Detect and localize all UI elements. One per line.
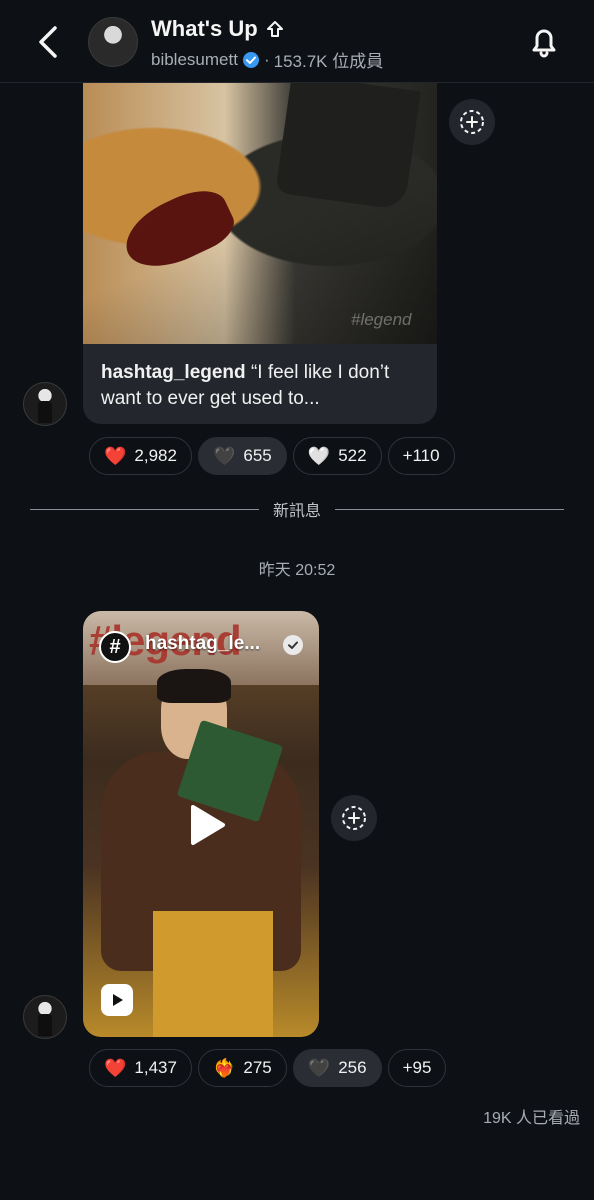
back-button[interactable]	[30, 22, 66, 62]
play-icon[interactable]	[183, 803, 227, 847]
post-image-shoe	[115, 179, 241, 281]
heart-icon: ❤️	[104, 1058, 127, 1078]
post-image-bag	[275, 82, 421, 211]
reaction-more-count: +110	[402, 446, 440, 465]
reaction-more[interactable]: +95	[387, 1049, 447, 1087]
sender-avatar[interactable]	[23, 382, 67, 426]
reaction-bar: ❤️ 1,437 ❤️‍🔥 275 🖤 256 +95	[89, 1049, 447, 1087]
heart-icon: ❤️	[104, 446, 127, 466]
reaction-heart[interactable]: ❤️ 2,982	[89, 437, 192, 475]
reaction-count: 256	[338, 1058, 367, 1077]
channel-title-text: What's Up	[151, 16, 258, 41]
divider-line	[335, 508, 565, 510]
reel-account-avatar: #	[99, 631, 131, 663]
verified-badge-icon	[283, 635, 303, 655]
channel-header: What's Up biblesumett · 153.7K 位成員	[0, 0, 594, 83]
reaction-count: 655	[243, 446, 272, 465]
reel-figure-pants	[153, 911, 273, 1037]
divider-label: 新訊息	[273, 503, 322, 520]
reaction-black-heart[interactable]: 🖤 256	[292, 1049, 382, 1087]
bell-icon	[532, 29, 556, 58]
seen-count: 19K 人已看過	[483, 1110, 580, 1127]
verified-badge-icon	[242, 51, 260, 69]
reaction-bar: ❤️ 2,982 🖤 655 🤍 522 +110	[89, 437, 455, 475]
reaction-black-heart[interactable]: 🖤 655	[197, 437, 287, 475]
reel-username: hashtag_le...	[145, 633, 261, 654]
heart-on-fire-icon: ❤️‍🔥	[212, 1058, 236, 1078]
divider-line	[30, 508, 259, 510]
white-heart-icon: 🤍	[307, 446, 331, 466]
channel-username: biblesumett	[151, 49, 238, 69]
reaction-count: 275	[243, 1058, 272, 1077]
channel-subtitle: biblesumett · 153.7K 位成員	[151, 47, 383, 72]
share-reel-button[interactable]	[331, 795, 377, 841]
post-watermark: #legend	[351, 310, 412, 329]
reaction-count: 1,437	[134, 1058, 177, 1077]
reaction-count: 522	[338, 446, 367, 465]
black-heart-icon: 🖤	[307, 1058, 331, 1078]
chevron-left-icon	[39, 26, 57, 58]
channel-avatar[interactable]	[88, 17, 138, 67]
reaction-heart[interactable]: ❤️ 1,437	[89, 1049, 192, 1087]
notification-button[interactable]	[524, 22, 564, 62]
post-image: #legend	[83, 82, 437, 344]
reel-figure-hair	[157, 669, 231, 703]
member-count: 153.7K 位成員	[273, 52, 384, 71]
post-caption-user: hashtag_legend	[101, 362, 246, 383]
subtitle-separator: ·	[263, 49, 270, 69]
reaction-count: 2,982	[134, 446, 177, 465]
add-share-icon	[342, 806, 366, 830]
channel-title[interactable]: What's Up	[151, 16, 284, 42]
add-share-icon	[460, 110, 484, 134]
post-caption: hashtag_legend “I feel like I don’t want…	[101, 360, 421, 412]
reaction-white-heart[interactable]: 🤍 522	[292, 437, 382, 475]
message-timestamp: 昨天 20:52	[258, 562, 336, 579]
shared-post-card[interactable]: #legend hashtag_legend “I feel like I do…	[83, 82, 437, 424]
reaction-heart-on-fire[interactable]: ❤️‍🔥 275	[197, 1049, 287, 1087]
new-messages-divider: 新訊息	[30, 496, 565, 522]
black-heart-icon: 🖤	[212, 446, 236, 466]
reel-type-icon	[101, 984, 133, 1016]
sender-avatar[interactable]	[23, 995, 67, 1039]
reaction-more-count: +95	[402, 1058, 432, 1077]
reaction-more[interactable]: +110	[387, 437, 455, 475]
shared-reel-card[interactable]: #legend # hashtag_le...	[83, 611, 319, 1037]
share-up-arrow-icon	[266, 21, 283, 37]
share-post-button[interactable]	[449, 99, 495, 145]
